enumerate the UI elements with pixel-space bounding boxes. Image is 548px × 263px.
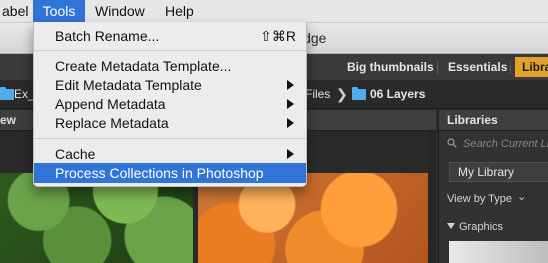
menu-bar: abel Tools Window Help xyxy=(0,0,548,23)
menu-item-label: Append Metadata xyxy=(55,96,166,112)
menu-item-label: Replace Metadata xyxy=(55,115,169,131)
panel-tab-preview[interactable]: ew xyxy=(0,110,16,130)
workspace-separator xyxy=(510,61,511,74)
menu-item-append-metadata[interactable]: Append Metadata xyxy=(34,94,306,114)
menu-item-replace-metadata[interactable]: Replace Metadata xyxy=(34,113,306,133)
libraries-panel-header: Libraries xyxy=(439,110,548,131)
workspace-tab-big-thumbnails[interactable]: Big thumbnails xyxy=(347,54,434,80)
menu-item-label: Edit Metadata Template xyxy=(55,77,202,93)
menu-item-label: Process Collections in Photoshop xyxy=(55,165,264,181)
path-segment-current[interactable]: 06 Layers xyxy=(370,81,425,108)
library-selector-value: My Library xyxy=(458,165,515,179)
workspace-tab-essentials[interactable]: Essentials xyxy=(448,54,507,80)
library-graphic-thumbnail[interactable] xyxy=(449,241,548,263)
menu-item-create-metadata-template[interactable]: Create Metadata Template... xyxy=(34,56,306,76)
submenu-arrow-icon xyxy=(287,149,294,159)
chevron-right-icon: ❯ xyxy=(336,86,348,102)
folder-icon xyxy=(0,87,14,100)
search-icon xyxy=(447,138,457,148)
chevron-down-icon: ⌄ xyxy=(517,191,527,203)
menubar-item-window[interactable]: Window xyxy=(95,0,145,22)
menu-item-process-collections[interactable]: Process Collections in Photoshop xyxy=(34,163,306,183)
view-by-dropdown[interactable]: View by Type xyxy=(447,191,512,207)
submenu-arrow-icon xyxy=(287,118,294,128)
menu-item-edit-metadata-template[interactable]: Edit Metadata Template xyxy=(34,75,306,95)
libraries-search-placeholder: Search Current Li xyxy=(463,138,548,150)
menu-item-label: Cache xyxy=(55,146,96,162)
libraries-search[interactable]: Search Current Li xyxy=(447,135,548,153)
menubar-item-help[interactable]: Help xyxy=(165,0,194,22)
workspace-tab-libraries[interactable]: Libra xyxy=(515,57,548,77)
menu-separator xyxy=(34,138,306,139)
libraries-panel: Libraries Search Current Li My Library V… xyxy=(438,110,548,263)
folder-icon xyxy=(352,87,366,100)
libraries-title[interactable]: Libraries xyxy=(447,110,498,130)
submenu-arrow-icon xyxy=(287,99,294,109)
tools-menu: Batch Rename... ⇧⌘R Create Metadata Temp… xyxy=(33,22,307,187)
menu-item-cache[interactable]: Cache xyxy=(34,144,306,164)
menubar-item-tools[interactable]: Tools xyxy=(33,0,85,22)
menu-item-shortcut: ⇧⌘R xyxy=(260,28,296,44)
menu-item-batch-rename[interactable]: Batch Rename... ⇧⌘R xyxy=(34,26,306,46)
workspace-separator xyxy=(437,61,438,74)
submenu-arrow-icon xyxy=(287,80,294,90)
disclosure-triangle-icon[interactable] xyxy=(447,223,455,229)
library-selector[interactable]: My Library xyxy=(449,162,548,182)
menu-item-label: Batch Rename... xyxy=(55,28,160,44)
menu-item-label: Create Metadata Template... xyxy=(55,58,232,74)
content-scrollbar[interactable] xyxy=(428,131,436,263)
menu-separator xyxy=(34,50,306,51)
graphics-section-label[interactable]: Graphics xyxy=(459,219,503,235)
path-segment-files[interactable]: Files xyxy=(305,81,330,108)
menubar-item-label[interactable]: abel xyxy=(0,0,34,22)
